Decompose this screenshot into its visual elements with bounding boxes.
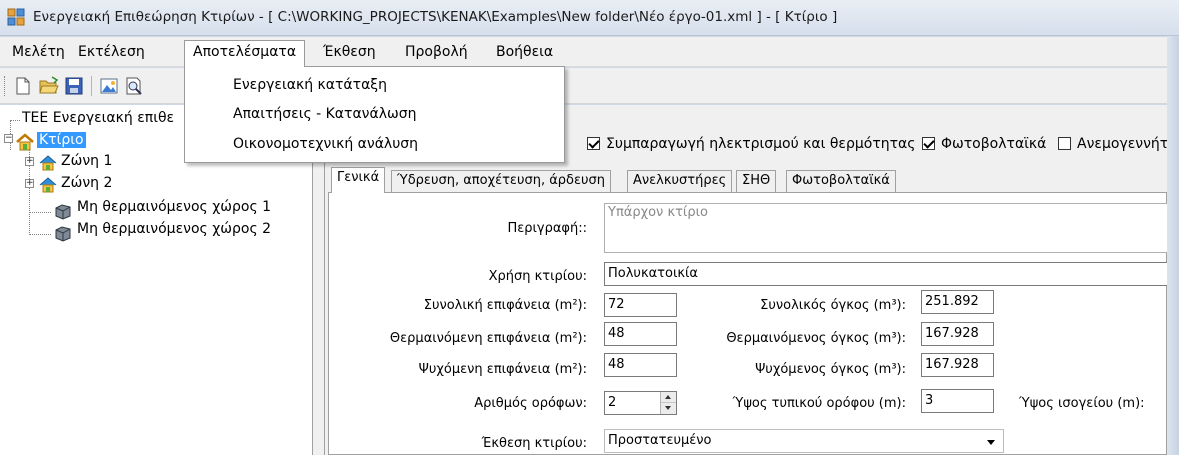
- cooled-area-field[interactable]: 48: [604, 353, 677, 377]
- description-label: Περιγραφή::: [507, 221, 587, 236]
- menu-ekthesi[interactable]: Έκθεση: [315, 41, 384, 65]
- cooled-area-label: Ψυχόμενη επιφάνεια (m²):: [418, 362, 587, 377]
- tab-photovoltaics[interactable]: Φωτοβολταϊκά: [786, 170, 896, 192]
- tree-unheated-space-2[interactable]: Μη θερμαινόμενος χώρος 2: [77, 221, 271, 237]
- tree-building[interactable]: Κτίριο: [37, 132, 86, 148]
- tab-water-supply[interactable]: Ύδρευση, αποχέτευση, άρδευση: [391, 170, 612, 192]
- description-field[interactable]: Υπάρχον κτίριο: [604, 203, 1169, 253]
- checkbox-checked-icon[interactable]: [922, 137, 935, 150]
- tab-general[interactable]: Γενικά: [331, 167, 386, 193]
- menu-item-energy-classification[interactable]: Ενεργειακή κατάταξη: [233, 77, 387, 93]
- floors-label: Αριθμός ορόφων:: [474, 396, 587, 411]
- title-bar: Ενεργειακή Επιθεώρηση Κτιρίων - [ C:\WOR…: [0, 0, 1179, 36]
- menu-bar: Μελέτη Εκτέλεση Αποτελέσματα Έκθεση Προβ…: [0, 37, 1167, 67]
- building-use-label: Χρήση κτιρίου:: [488, 269, 587, 284]
- tab-elevators[interactable]: Ανελκυστήρες: [627, 170, 733, 192]
- total-volume-field[interactable]: 251.892: [921, 290, 994, 314]
- checkbox-checked-icon[interactable]: [587, 137, 600, 150]
- checkbox-unchecked-icon[interactable]: [1058, 137, 1071, 150]
- results-dropdown-menu: Ενεργειακή κατάταξη Απαιτήσεις - Κατανάλ…: [184, 66, 565, 163]
- menu-item-economic-analysis[interactable]: Οικονομοτεχνική ανάλυση: [233, 136, 418, 152]
- menu-ektelesi[interactable]: Εκτέλεση: [70, 41, 153, 65]
- menu-item-requirements-consumption[interactable]: Απαιτήσεις - Κατανάλωση: [233, 106, 417, 122]
- exposure-select[interactable]: Προστατευμένο: [604, 429, 1004, 453]
- image-icon[interactable]: [98, 75, 120, 97]
- expand-zone-1-icon[interactable]: +: [25, 157, 34, 166]
- tab-chp[interactable]: ΣΗΘ: [736, 170, 777, 192]
- menu-provoli[interactable]: Προβολή: [397, 41, 476, 65]
- heated-area-label: Θερμαινόμενη επιφάνεια (m²):: [389, 331, 587, 346]
- total-area-field[interactable]: 72: [604, 293, 677, 317]
- window-border: [1167, 36, 1179, 455]
- spin-down-icon[interactable]: [661, 403, 676, 414]
- photovoltaics-checkbox[interactable]: Φωτοβολταϊκά: [922, 136, 1046, 152]
- total-volume-label: Συνολικός όγκος (m³):: [760, 298, 906, 313]
- tree-zone-1[interactable]: Ζώνη 1: [61, 153, 112, 169]
- heated-volume-label: Θερμαινόμενος όγκος (m³):: [726, 331, 906, 346]
- toolbar: [0, 68, 1167, 104]
- house-icon: [16, 133, 34, 151]
- open-folder-icon[interactable]: [38, 75, 60, 97]
- cooled-volume-label: Ψυχόμενος όγκος (m³):: [755, 362, 906, 377]
- tree-zone-2[interactable]: Ζώνη 2: [61, 175, 112, 191]
- total-area-label: Συνολική επιφάνεια (m²):: [423, 298, 587, 313]
- exposure-value: Προστατευμένο: [608, 433, 712, 448]
- new-file-icon[interactable]: [12, 75, 34, 97]
- chevron-down-icon[interactable]: [987, 440, 995, 445]
- print-preview-icon[interactable]: [123, 75, 145, 97]
- expand-zone-2-icon[interactable]: +: [25, 179, 34, 188]
- exposure-label: Έκθεση κτιρίου:: [481, 436, 587, 451]
- menu-apotelesmata[interactable]: Αποτελέσματα: [184, 40, 306, 67]
- save-icon[interactable]: [63, 75, 85, 97]
- tree-root[interactable]: TEE Ενεργειακή επιθε: [22, 110, 174, 126]
- cube-icon: [55, 204, 71, 220]
- floor-height-label: Ύψος τυπικού ορόφου (m):: [732, 396, 906, 411]
- cooled-volume-field[interactable]: 167.928: [921, 353, 994, 377]
- wind-turbine-checkbox[interactable]: Ανεμογεννήτρ: [1058, 136, 1177, 152]
- zone-icon: [39, 177, 57, 193]
- app-grid-icon: [7, 8, 25, 26]
- heated-volume-field[interactable]: 167.928: [921, 322, 994, 346]
- menu-meleti[interactable]: Μελέτη: [4, 41, 73, 65]
- toolbar-grip[interactable]: [4, 76, 7, 96]
- cube-icon: [55, 226, 71, 242]
- tree-unheated-space-1[interactable]: Μη θερμαινόμενος χώρος 1: [77, 199, 271, 215]
- window-title: Ενεργειακή Επιθεώρηση Κτιρίων - [ C:\WOR…: [33, 9, 838, 25]
- ground-floor-height-label: Ύψος ισογείου (m):: [1019, 396, 1145, 411]
- collapse-building-icon[interactable]: −: [4, 134, 13, 143]
- building-use-field[interactable]: Πολυκατοικία: [604, 262, 1169, 286]
- general-tab-page: Περιγραφή:: Υπάρχον κτίριο Χρήση κτιρίου…: [328, 192, 1169, 455]
- cogeneration-checkbox[interactable]: Συμπαραγωγή ηλεκτρισμού και θερμότητας: [587, 136, 916, 152]
- floor-height-field[interactable]: 3: [921, 389, 994, 413]
- menu-voitheia[interactable]: Βοήθεια: [488, 41, 561, 65]
- heated-area-field[interactable]: 48: [604, 322, 677, 346]
- floors-stepper[interactable]: 2: [604, 391, 677, 415]
- spin-up-icon[interactable]: [661, 392, 676, 403]
- zone-icon: [39, 155, 57, 171]
- floors-value: 2: [608, 395, 617, 410]
